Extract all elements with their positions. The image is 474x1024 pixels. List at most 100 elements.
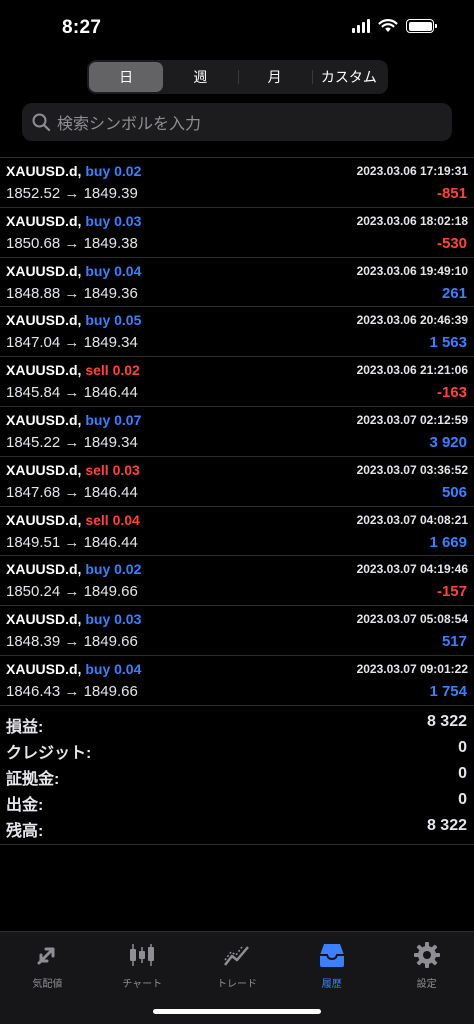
symbol-name: XAUUSD.d,: [6, 212, 82, 229]
candlestick-chart-icon: [127, 940, 157, 970]
trade-time: 2023.03.06 17:19:31: [356, 164, 468, 178]
status-time: 8:27: [62, 17, 102, 38]
trade-symbol: XAUUSD.d, buy 0.02: [6, 163, 141, 179]
symbol-name: XAUUSD.d,: [6, 511, 82, 528]
trade-history-list: XAUUSD.d, buy 0.02 1852.52 → 1849.39 2023.…: [0, 157, 474, 706]
trade-row[interactable]: XAUUSD.d, buy 0.04 1848.88 → 1849.36 2023.…: [0, 258, 474, 308]
trade-side: buy: [85, 262, 111, 279]
period-segmented-control: 日 週 月 カスタム: [87, 60, 388, 94]
trade-row[interactable]: XAUUSD.d, sell 0.03 1847.68 → 1846.44 2023…: [0, 457, 474, 507]
trade-prices: 1852.52 → 1849.39: [6, 185, 138, 202]
trade-volume: 0.05: [114, 312, 142, 329]
trade-time: 2023.03.06 20:46:39: [356, 313, 468, 328]
trade-prices: 1850.24 → 1849.66: [6, 583, 138, 600]
history-inbox-icon: [317, 940, 347, 970]
close-price: 1849.34: [83, 334, 138, 352]
cellular-signal-icon: [352, 19, 370, 33]
trade-volume: 0.04: [112, 511, 140, 528]
trade-prices: 1847.68 → 1846.44: [6, 484, 138, 501]
tab-week[interactable]: 週: [163, 62, 237, 92]
close-price: 1849.38: [83, 234, 138, 252]
arrow-icon: →: [64, 583, 80, 601]
tab-quotes[interactable]: 気配値: [0, 932, 95, 1024]
close-price: 1849.36: [83, 284, 138, 302]
trade-profit: 3 920: [429, 433, 467, 451]
trade-row[interactable]: XAUUSD.d, buy 0.03 1848.39 → 1849.66 2023.…: [0, 606, 474, 656]
trade-symbol: XAUUSD.d, buy 0.03: [6, 611, 141, 627]
tab-custom[interactable]: カスタム: [311, 62, 386, 92]
trade-profit: -163: [436, 384, 467, 402]
trade-symbol: XAUUSD.d, sell 0.04: [6, 512, 140, 528]
trade-time: 2023.03.07 09:01:22: [356, 661, 468, 676]
open-price: 1850.68: [6, 234, 61, 252]
trade-side: buy: [85, 212, 111, 229]
symbol-name: XAUUSD.d,: [6, 163, 82, 179]
trade-side: sell: [85, 362, 109, 379]
search-input[interactable]: 検索シンボルを入力: [22, 103, 452, 141]
summary-value: 0: [458, 791, 467, 808]
trade-line-icon: [222, 940, 252, 970]
open-price: 1845.22: [6, 433, 61, 451]
tab-settings[interactable]: 設定: [379, 932, 474, 1024]
symbol-name: XAUUSD.d,: [6, 262, 82, 279]
trade-side: buy: [85, 660, 111, 677]
tab-month[interactable]: 月: [237, 62, 312, 92]
trade-prices: 1848.88 → 1849.36: [6, 285, 138, 302]
tab-quotes-label: 気配値: [32, 979, 63, 990]
trade-side: buy: [85, 312, 111, 329]
trade-profit: 1 669: [429, 533, 467, 551]
tab-day[interactable]: 日: [89, 62, 164, 92]
account-summary: 損益: 8 322 クレジット: 0 証拠金: 0 出金: 0 残高: 8 322: [0, 710, 474, 845]
trade-row[interactable]: XAUUSD.d, buy 0.05 1847.04 → 1849.34 2023.…: [0, 307, 474, 358]
trade-time: 2023.03.06 19:49:10: [356, 263, 468, 278]
trade-symbol: XAUUSD.d, buy 0.05: [6, 312, 141, 328]
trade-prices: 1850.68 → 1849.38: [6, 235, 138, 252]
trade-row[interactable]: XAUUSD.d, buy 0.04 1846.43 → 1849.66 2023.…: [0, 656, 474, 706]
open-price: 1848.39: [6, 633, 61, 651]
trade-row[interactable]: XAUUSD.d, buy 0.07 1845.22 → 1849.34 2023.…: [0, 407, 474, 457]
trade-volume: 0.03: [114, 611, 142, 628]
summary-label: クレジット:: [6, 745, 92, 762]
open-price: 1849.51: [6, 533, 61, 551]
trade-profit: -851: [436, 185, 467, 202]
trade-row[interactable]: XAUUSD.d, sell 0.04 1849.51 → 1846.44 2023…: [0, 507, 474, 557]
arrow-icon: →: [64, 633, 80, 651]
trade-side: sell: [85, 511, 109, 528]
symbol-name: XAUUSD.d,: [6, 660, 82, 677]
trade-profit: 1 563: [429, 334, 467, 352]
summary-label: 損益:: [6, 719, 44, 736]
search-placeholder: 検索シンボルを入力: [57, 116, 202, 133]
trade-volume: 0.07: [114, 411, 142, 428]
trade-profit: 1 754: [429, 682, 467, 700]
tab-trade-label: トレード: [216, 979, 257, 990]
trade-profit: 506: [441, 483, 467, 501]
close-price: 1849.66: [83, 583, 138, 601]
arrow-icon: →: [64, 433, 80, 451]
trade-prices: 1848.39 → 1849.66: [6, 633, 138, 650]
trade-volume: 0.03: [112, 461, 140, 478]
trade-row[interactable]: XAUUSD.d, buy 0.02 1850.24 → 1849.66 2023.…: [0, 556, 474, 607]
trade-row[interactable]: XAUUSD.d, buy 0.03 1850.68 → 1849.38 2023.…: [0, 208, 474, 258]
trade-side: sell: [85, 461, 109, 478]
trade-row[interactable]: XAUUSD.d, sell 0.02 1845.84 → 1846.44 2023…: [0, 357, 474, 407]
close-price: 1849.66: [83, 682, 138, 700]
open-price: 1850.24: [6, 583, 61, 601]
trade-row[interactable]: XAUUSD.d, buy 0.02 1852.52 → 1849.39 2023.…: [0, 158, 474, 208]
tab-chart-label: チャート: [122, 979, 163, 990]
settings-gear-icon: [412, 940, 442, 970]
open-price: 1845.84: [6, 384, 61, 402]
arrow-icon: →: [64, 185, 80, 202]
trade-time: 2023.03.07 04:19:46: [356, 562, 468, 577]
trade-profit: 261: [441, 284, 467, 302]
summary-row: 証拠金: 0: [0, 762, 474, 788]
symbol-name: XAUUSD.d,: [6, 362, 82, 379]
trade-prices: 1847.04 → 1849.34: [6, 334, 138, 351]
search-icon: [32, 113, 51, 132]
trade-time: 2023.03.07 04:08:21: [356, 512, 468, 527]
close-price: 1849.66: [83, 633, 138, 651]
trade-symbol: XAUUSD.d, buy 0.03: [6, 213, 141, 229]
arrow-icon: →: [64, 234, 80, 252]
trade-time: 2023.03.07 03:36:52: [356, 462, 468, 477]
open-price: 1848.88: [6, 284, 61, 302]
close-price: 1849.39: [83, 185, 138, 202]
